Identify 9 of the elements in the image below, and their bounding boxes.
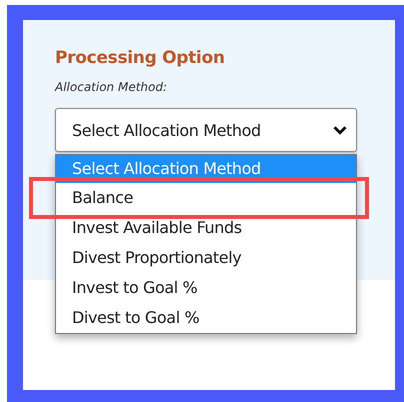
dropdown-option[interactable]: Divest to Goal % bbox=[56, 303, 356, 333]
chevron-down-icon bbox=[332, 124, 348, 136]
dropdown-option[interactable]: Invest to Goal % bbox=[56, 273, 356, 303]
section-title: Processing Option bbox=[55, 48, 226, 68]
dropdown-select[interactable]: Select Allocation Method bbox=[55, 108, 357, 152]
dropdown-option[interactable]: Balance bbox=[56, 183, 356, 213]
dropdown-option[interactable]: Divest Proportionately bbox=[56, 243, 356, 273]
field-label: Allocation Method: bbox=[55, 80, 168, 94]
dropdown-option[interactable]: Invest Available Funds bbox=[56, 213, 356, 243]
